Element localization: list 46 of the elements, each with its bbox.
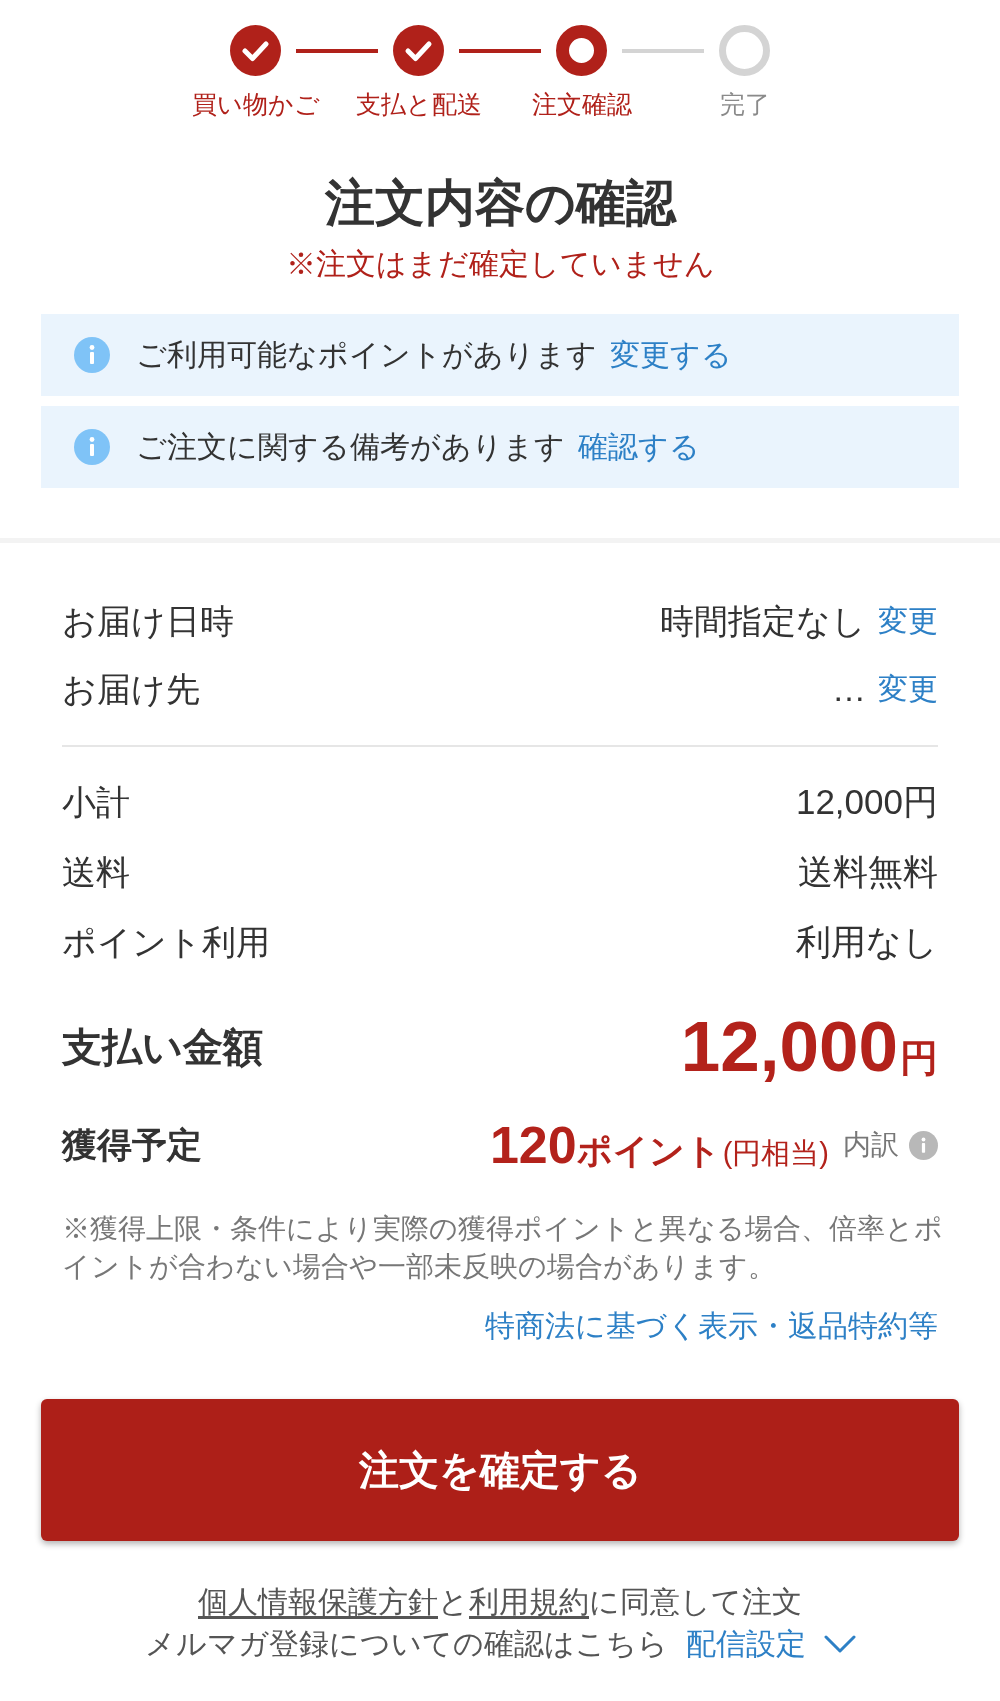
notice-link[interactable]: 確認する (578, 429, 700, 465)
step-label: 完了 (719, 89, 770, 119)
row-label: お届け日時 (62, 601, 234, 641)
policy-link[interactable]: 個人情報保護方針 (198, 1585, 438, 1618)
check-circle-icon (230, 25, 281, 76)
points-amount: 120 (489, 1116, 577, 1174)
row-value: 12,000円 (795, 782, 938, 822)
points-label: 獲得予定 (62, 1124, 202, 1166)
info-icon (74, 429, 110, 465)
row-value: 送料無料 (798, 852, 938, 892)
points-note: (円相当) (722, 1136, 829, 1170)
check-circle-icon (393, 25, 444, 76)
legal-notice-link[interactable]: 特商法に基づく表示・返品特約等 (485, 1307, 938, 1345)
row-value: 時間指定なし (660, 601, 866, 641)
total-label: 支払い金額 (62, 1024, 263, 1071)
newsletter-text: メルマガ登録についての確認はこちら (144, 1626, 668, 1662)
row-label: 送料 (62, 852, 130, 892)
ring-icon (556, 25, 607, 76)
notice-text: ご注文に関する備考があります (136, 429, 565, 465)
chevron-down-icon (823, 1635, 856, 1653)
change-link[interactable]: 変更 (878, 603, 938, 639)
step-label: 注文確認 (531, 89, 632, 119)
change-link[interactable]: 変更 (878, 671, 938, 707)
total-amount: 12,000 (680, 1008, 898, 1086)
row-label: ポイント利用 (62, 922, 270, 962)
row-label: 小計 (62, 782, 130, 822)
notice-text: ご利用可能なポイントがあります (136, 337, 597, 373)
currency-unit: 円 (900, 1036, 938, 1080)
policy-link[interactable]: 利用規約 (469, 1585, 589, 1618)
breakdown-button[interactable]: 内訳 (843, 1128, 938, 1162)
info-icon (74, 337, 110, 373)
page-title: 注文内容の確認 (324, 175, 676, 231)
points-unit: ポイント (576, 1131, 721, 1171)
delivery-settings-button[interactable]: 配信設定 (685, 1623, 856, 1665)
row-value: 利用なし (796, 922, 938, 962)
step-label: 買い物かご (191, 89, 320, 119)
row-value: … (832, 669, 866, 709)
agreement-text: 個人情報保護方針と 利用規約に同意して注文 (198, 1584, 802, 1620)
notice-link[interactable]: 変更する (610, 337, 732, 373)
row-label: お届け先 (62, 669, 200, 709)
confirm-order-button[interactable]: 注文を確定する (41, 1399, 959, 1541)
ring-icon (719, 25, 770, 76)
disclaimer-text: ※獲得上限・条件により実際の獲得ポイントと異なる場合、倍率とポイントが合わない場合や一部未反映の場合があります。 (62, 1212, 944, 1284)
step-label: 支払と配送 (355, 89, 482, 119)
warning-text: ※注文はまだ確定していません (285, 246, 715, 282)
info-icon (909, 1130, 938, 1160)
